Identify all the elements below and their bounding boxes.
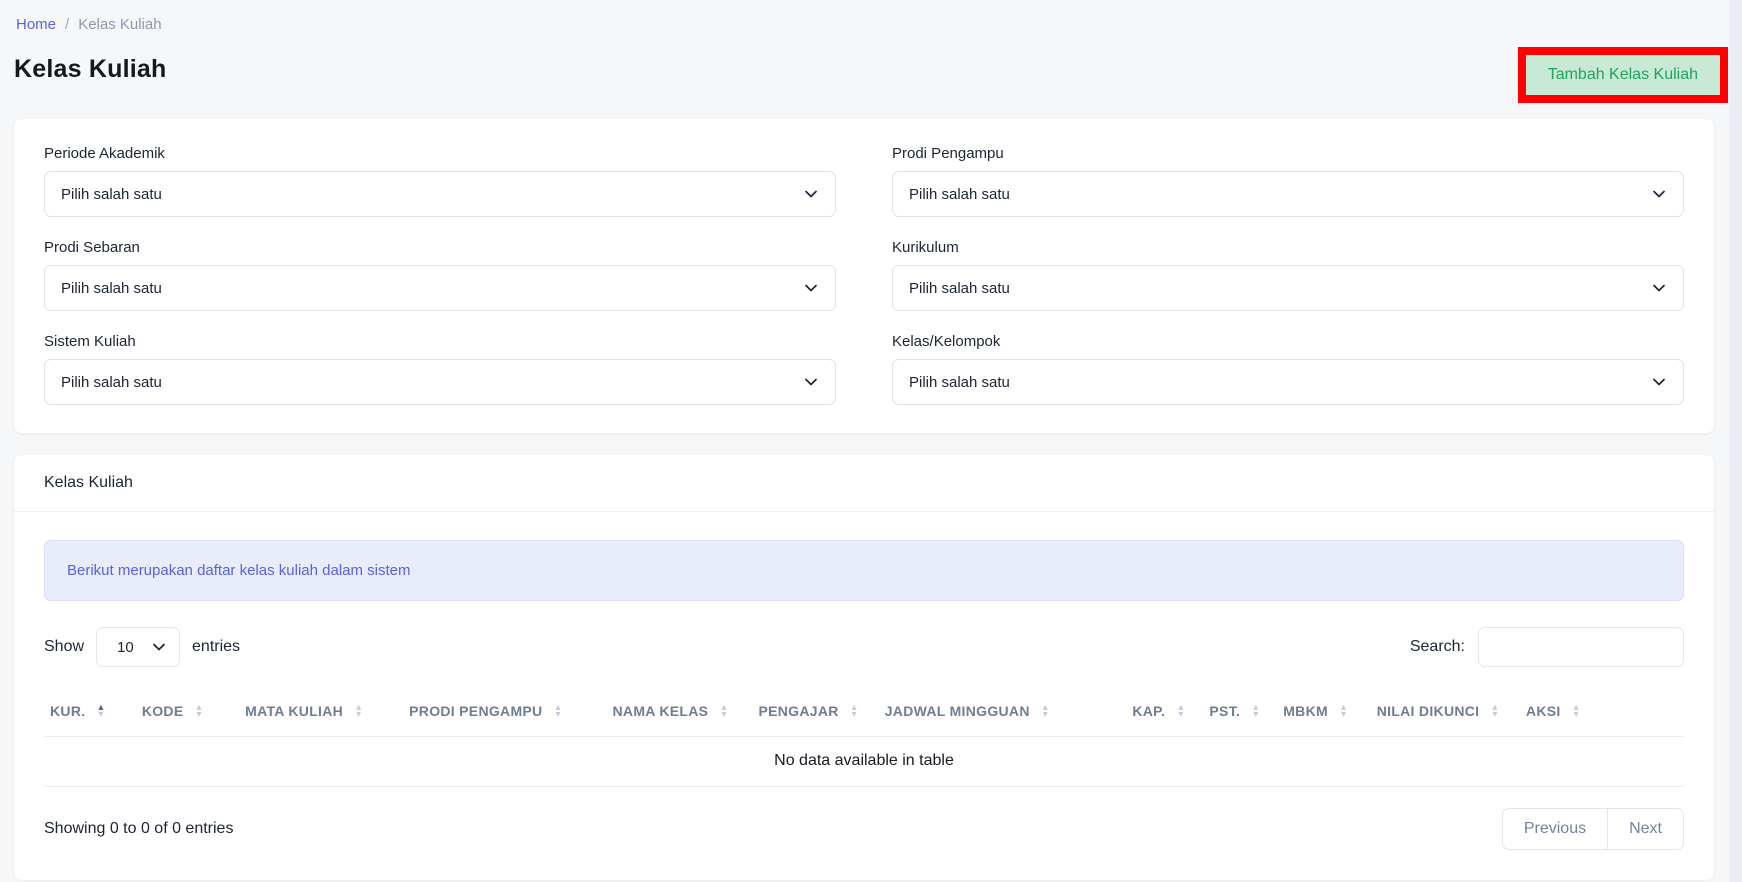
table-header-row: KUR.▴▾ KODE▴▾ MATA KULIAH▴▾ PRODI PENGAM… xyxy=(44,689,1684,737)
sort-arrows-icon: ▴▾ xyxy=(98,704,103,718)
search-input[interactable] xyxy=(1478,627,1684,667)
table-footer: Showing 0 to 0 of 0 entries Previous Nex… xyxy=(44,808,1684,850)
filter-field-prodi-sebaran: Prodi Sebaran Pilih salah satu xyxy=(44,239,836,311)
field-label: Periode Akademik xyxy=(44,145,836,162)
field-label: Prodi Pengampu xyxy=(892,145,1684,162)
select-value: Pilih salah satu xyxy=(909,186,1651,203)
sort-arrows-icon: ▴▾ xyxy=(1178,704,1183,718)
filter-field-kelas-kelompok: Kelas/Kelompok Pilih salah satu xyxy=(892,333,1684,405)
entries-label: entries xyxy=(192,638,240,656)
column-header-aksi[interactable]: AKSI▴▾ xyxy=(1520,689,1684,737)
scrollbar-track[interactable] xyxy=(1729,0,1742,882)
field-label: Kelas/Kelompok xyxy=(892,333,1684,350)
select-value: Pilih salah satu xyxy=(909,374,1651,391)
add-kelas-kuliah-button[interactable]: Tambah Kelas Kuliah xyxy=(1526,55,1720,95)
sistem-kuliah-select[interactable]: Pilih salah satu xyxy=(44,359,836,405)
info-alert: Berikut merupakan daftar kelas kuliah da… xyxy=(44,540,1684,601)
chevron-down-icon xyxy=(1651,280,1667,296)
empty-message: No data available in table xyxy=(44,737,1684,787)
breadcrumb-current: Kelas Kuliah xyxy=(78,16,161,33)
select-value: Pilih salah satu xyxy=(61,186,803,203)
sort-arrows-icon: ▴▾ xyxy=(1043,704,1048,718)
page: Home / Kelas Kuliah Kelas Kuliah Tambah … xyxy=(0,0,1742,880)
field-label: Prodi Sebaran xyxy=(44,239,836,256)
table-controls: Show 10 entries Search: xyxy=(44,627,1684,667)
page-header: Kelas Kuliah Tambah Kelas Kuliah xyxy=(14,47,1714,103)
select-value: Pilih salah satu xyxy=(61,280,803,297)
filter-field-sistem-kuliah: Sistem Kuliah Pilih salah satu xyxy=(44,333,836,405)
column-header-jadwal-mingguan[interactable]: JADWAL MINGGUAN▴▾ xyxy=(879,689,1127,737)
page-length-select[interactable]: 10 xyxy=(96,627,180,667)
breadcrumb-separator: / xyxy=(65,16,69,33)
select-value: Pilih salah satu xyxy=(909,280,1651,297)
chevron-down-icon xyxy=(803,186,819,202)
pagination: Previous Next xyxy=(1502,808,1684,850)
column-header-nama-kelas[interactable]: NAMA KELAS▴▾ xyxy=(607,689,753,737)
chevron-down-icon xyxy=(1651,374,1667,390)
empty-row: No data available in table xyxy=(44,737,1684,787)
sort-arrows-icon: ▴▾ xyxy=(1492,704,1497,718)
sort-arrows-icon: ▴▾ xyxy=(555,704,560,718)
column-header-mbkm[interactable]: MBKM▴▾ xyxy=(1277,689,1370,737)
column-header-pst[interactable]: PST.▴▾ xyxy=(1203,689,1277,737)
annotation-highlight: Tambah Kelas Kuliah xyxy=(1518,47,1728,103)
chevron-down-icon xyxy=(803,280,819,296)
prodi-pengampu-select[interactable]: Pilih salah satu xyxy=(892,171,1684,217)
sort-arrows-icon: ▴▾ xyxy=(356,704,361,718)
column-header-kap[interactable]: KAP.▴▾ xyxy=(1126,689,1203,737)
length-control: Show 10 entries xyxy=(44,627,240,667)
sort-arrows-icon: ▴▾ xyxy=(852,704,857,718)
sort-arrows-icon: ▴▾ xyxy=(1341,704,1346,718)
show-label: Show xyxy=(44,638,84,656)
kelas-kelompok-select[interactable]: Pilih salah satu xyxy=(892,359,1684,405)
sort-arrows-icon: ▴▾ xyxy=(196,704,201,718)
column-header-mata-kuliah[interactable]: MATA KULIAH▴▾ xyxy=(239,689,403,737)
sort-arrows-icon: ▴▾ xyxy=(1574,704,1579,718)
breadcrumb: Home / Kelas Kuliah xyxy=(14,12,1714,47)
sort-arrows-icon: ▴▾ xyxy=(721,704,726,718)
kelas-kuliah-table: KUR.▴▾ KODE▴▾ MATA KULIAH▴▾ PRODI PENGAM… xyxy=(44,689,1684,787)
filter-panel: Periode Akademik Pilih salah satu Prodi … xyxy=(14,119,1714,433)
sort-arrows-icon: ▴▾ xyxy=(1253,704,1258,718)
filter-field-kurikulum: Kurikulum Pilih salah satu xyxy=(892,239,1684,311)
search-label: Search: xyxy=(1410,638,1465,656)
table-card: Kelas Kuliah Berikut merupakan daftar ke… xyxy=(14,455,1714,880)
chevron-down-icon xyxy=(803,374,819,390)
table-card-title: Kelas Kuliah xyxy=(14,455,1714,512)
field-label: Kurikulum xyxy=(892,239,1684,256)
next-page-button[interactable]: Next xyxy=(1607,808,1684,850)
prodi-sebaran-select[interactable]: Pilih salah satu xyxy=(44,265,836,311)
column-header-kur[interactable]: KUR.▴▾ xyxy=(44,689,136,737)
column-header-pengajar[interactable]: PENGAJAR▴▾ xyxy=(752,689,878,737)
periode-akademik-select[interactable]: Pilih salah satu xyxy=(44,171,836,217)
select-value: Pilih salah satu xyxy=(61,374,803,391)
filter-field-prodi-pengampu: Prodi Pengampu Pilih salah satu xyxy=(892,145,1684,217)
breadcrumb-home-link[interactable]: Home xyxy=(16,16,56,33)
kurikulum-select[interactable]: Pilih salah satu xyxy=(892,265,1684,311)
filter-field-periode-akademik: Periode Akademik Pilih salah satu xyxy=(44,145,836,217)
column-header-prodi-pengampu[interactable]: PRODI PENGAMPU▴▾ xyxy=(403,689,606,737)
chevron-down-icon xyxy=(1651,186,1667,202)
chevron-down-icon xyxy=(151,639,167,655)
column-header-nilai-dikunci[interactable]: NILAI DIKUNCI▴▾ xyxy=(1371,689,1520,737)
entries-info: Showing 0 to 0 of 0 entries xyxy=(44,820,233,838)
column-header-kode[interactable]: KODE▴▾ xyxy=(136,689,239,737)
field-label: Sistem Kuliah xyxy=(44,333,836,350)
page-title: Kelas Kuliah xyxy=(14,47,166,84)
search-control: Search: xyxy=(1410,627,1684,667)
previous-page-button[interactable]: Previous xyxy=(1502,808,1607,850)
page-length-value: 10 xyxy=(117,639,151,656)
